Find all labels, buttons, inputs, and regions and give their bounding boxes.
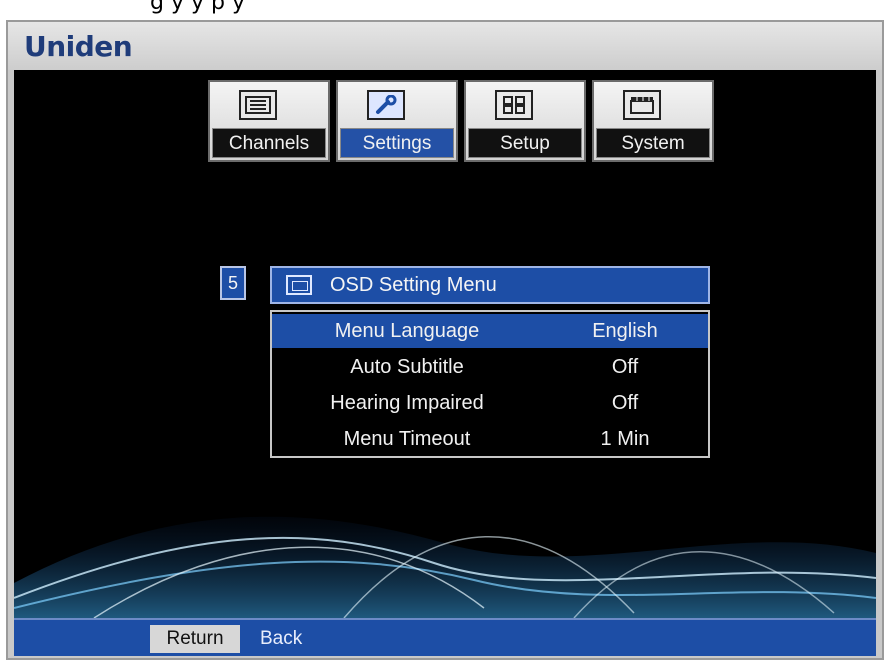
main-tabs: Channels Settings Setup System xyxy=(208,80,728,176)
setting-row-hearing-impaired[interactable]: Hearing Impaired Off xyxy=(272,386,708,420)
setting-row-menu-timeout[interactable]: Menu Timeout 1 Min xyxy=(272,422,708,456)
setting-row-menu-language[interactable]: Menu Language English xyxy=(272,314,708,348)
grid-icon xyxy=(495,90,533,120)
footer-bar: Return Back xyxy=(14,618,876,656)
tab-label: Settings xyxy=(340,128,454,158)
tab-label: Setup xyxy=(468,128,582,158)
setting-value: English xyxy=(592,320,658,342)
tab-system[interactable]: System xyxy=(592,80,714,162)
setting-label: Menu Language xyxy=(334,320,480,342)
clapper-icon xyxy=(623,90,661,120)
setting-value: Off xyxy=(611,356,639,378)
decorative-wave xyxy=(14,516,876,618)
setting-value: 1 Min xyxy=(600,428,650,450)
caption-text: g y y p y xyxy=(150,0,245,15)
tab-channels[interactable]: Channels xyxy=(208,80,330,162)
return-button[interactable]: Return xyxy=(150,625,240,653)
top-caption-strip: g y y p y xyxy=(0,0,890,20)
setting-label: Hearing Impaired xyxy=(330,392,484,414)
osd-screen: Channels Settings Setup System 5 OSD Set… xyxy=(14,70,876,618)
menu-header: OSD Setting Menu xyxy=(270,266,710,304)
tab-settings[interactable]: Settings xyxy=(336,80,458,162)
brand-bar: Uniden xyxy=(8,22,882,70)
menu-screen-icon xyxy=(286,275,312,295)
setting-value: Off xyxy=(611,392,639,414)
tab-label: System xyxy=(596,128,710,158)
tab-setup[interactable]: Setup xyxy=(464,80,586,162)
brand-logo: Uniden xyxy=(24,30,133,63)
wrench-icon xyxy=(367,90,405,120)
menu-number: 5 xyxy=(220,266,246,300)
tv-frame: Uniden Channels Settings Setup System 5 … xyxy=(6,20,884,660)
setting-row-auto-subtitle[interactable]: Auto Subtitle Off xyxy=(272,350,708,384)
menu-title: OSD Setting Menu xyxy=(330,274,497,296)
setting-label: Menu Timeout xyxy=(343,428,471,450)
back-label: Back xyxy=(260,628,303,649)
settings-list: Menu Language English Auto Subtitle Off … xyxy=(270,310,710,458)
tab-label: Channels xyxy=(212,128,326,158)
setting-label: Auto Subtitle xyxy=(350,356,464,378)
list-icon xyxy=(239,90,277,120)
